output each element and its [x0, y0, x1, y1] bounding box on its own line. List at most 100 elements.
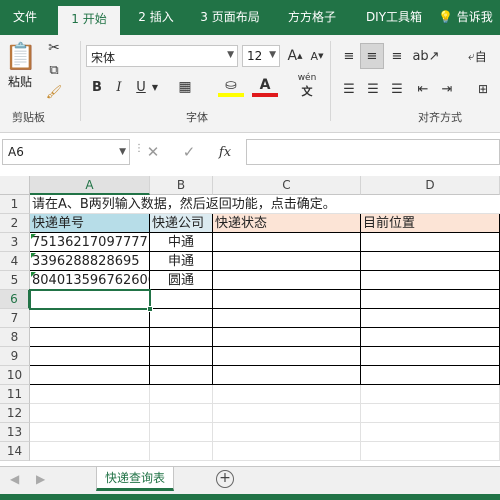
align-top-icon[interactable]: ≡	[338, 45, 360, 67]
grid-cell[interactable]	[361, 385, 500, 404]
tab-diy-toolbox[interactable]: DIY工具箱	[356, 0, 432, 35]
format-painter-icon[interactable]: 🖌	[44, 83, 64, 101]
grid-cell[interactable]	[213, 309, 361, 328]
row-header[interactable]: 4	[0, 252, 30, 271]
row-header[interactable]: 2	[0, 214, 30, 233]
font-color-button[interactable]: A	[252, 77, 278, 97]
grid-cell[interactable]	[361, 233, 500, 252]
grid-cell[interactable]	[150, 290, 213, 309]
row-header[interactable]: 5	[0, 271, 30, 290]
grid-cell[interactable]	[361, 442, 500, 461]
grid-cell[interactable]	[361, 347, 500, 366]
grid-cell[interactable]	[361, 271, 500, 290]
fill-color-button[interactable]: ⛀	[218, 77, 244, 97]
sheet-tab-active[interactable]: 快递查询表	[96, 467, 174, 491]
grid-cell[interactable]	[213, 385, 361, 404]
grid-cell[interactable]	[150, 347, 213, 366]
align-bottom-icon[interactable]: ≡	[386, 45, 408, 67]
select-all-corner[interactable]	[0, 176, 30, 195]
tell-me-box[interactable]: 💡 告诉我	[438, 0, 493, 35]
grid-cell[interactable]	[150, 385, 213, 404]
row-header[interactable]: 9	[0, 347, 30, 366]
cut-icon[interactable]: ✂	[44, 39, 64, 57]
decrease-indent-icon[interactable]: ⇤	[412, 79, 434, 99]
align-middle-icon[interactable]: ≡	[360, 43, 384, 69]
column-header-c[interactable]: C	[213, 176, 361, 195]
column-header-d[interactable]: D	[361, 176, 500, 195]
tab-page-layout[interactable]: 3 页面布局	[192, 0, 268, 35]
header-cell-tracking-no[interactable]: 快递单号	[30, 214, 150, 233]
row-header[interactable]: 3	[0, 233, 30, 252]
merge-center-icon[interactable]: ⊞	[468, 79, 498, 99]
courier-cell[interactable]: 中通	[150, 233, 213, 252]
grid-cell[interactable]	[361, 328, 500, 347]
grid-cell[interactable]	[30, 328, 150, 347]
tab-file[interactable]: 文件	[0, 0, 50, 35]
header-cell-status[interactable]: 快递状态	[213, 214, 361, 233]
row-header[interactable]: 10	[0, 366, 30, 385]
grid-cell[interactable]	[213, 366, 361, 385]
font-family-select[interactable]: 宋体 ▼	[86, 45, 238, 67]
courier-cell[interactable]: 申通	[150, 252, 213, 271]
borders-button[interactable]: ▦	[172, 77, 198, 97]
font-size-select[interactable]: 12 ▼	[242, 45, 280, 67]
grid-cell[interactable]	[30, 404, 150, 423]
insert-function-icon[interactable]: fx	[214, 141, 236, 163]
increase-indent-icon[interactable]: ⇥	[436, 79, 458, 99]
grid-cell[interactable]	[30, 309, 150, 328]
column-header-b[interactable]: B	[150, 176, 213, 195]
row-header[interactable]: 1	[0, 195, 30, 214]
tracking-no-cell[interactable]: 804013596762606	[30, 271, 150, 290]
grid-cell[interactable]	[213, 271, 361, 290]
row-header[interactable]: 8	[0, 328, 30, 347]
grid-cell[interactable]	[361, 309, 500, 328]
bold-button[interactable]: B	[88, 77, 106, 97]
selected-cell[interactable]	[29, 289, 151, 310]
grid-cell[interactable]	[213, 252, 361, 271]
row-header[interactable]: 11	[0, 385, 30, 404]
header-cell-courier[interactable]: 快递公司	[150, 214, 213, 233]
grid-cell[interactable]	[30, 366, 150, 385]
row-header[interactable]: 6	[0, 290, 30, 309]
enter-icon[interactable]: ✓	[178, 141, 200, 163]
increase-font-button[interactable]: A ▲	[284, 45, 306, 67]
grid-cell[interactable]	[213, 290, 361, 309]
grid-cell[interactable]	[150, 366, 213, 385]
grid-cell[interactable]	[150, 404, 213, 423]
plus-circle-icon[interactable]: +	[216, 470, 234, 488]
name-box[interactable]: A6 ▼	[2, 139, 130, 165]
align-center-icon[interactable]: ☰	[362, 79, 384, 99]
wrap-text-button[interactable]: ⤶ 自	[468, 45, 498, 67]
row-header[interactable]: 7	[0, 309, 30, 328]
tracking-no-cell[interactable]: 75136217097777	[30, 233, 150, 252]
tracking-no-cell[interactable]: 3396288828695	[30, 252, 150, 271]
paste-label[interactable]: 粘贴	[8, 73, 32, 90]
formula-input[interactable]	[246, 139, 500, 165]
grid-cell[interactable]	[213, 442, 361, 461]
grid-cell[interactable]	[213, 233, 361, 252]
grid-cell[interactable]	[361, 404, 500, 423]
grid-cell[interactable]	[361, 252, 500, 271]
instruction-text[interactable]: 请在A、B两列输入数据，然后返回功能，点击确定。	[30, 195, 500, 214]
italic-button[interactable]: I	[110, 77, 128, 97]
grid-cell[interactable]	[30, 423, 150, 442]
courier-cell[interactable]: 圆通	[150, 271, 213, 290]
fill-handle[interactable]	[147, 306, 153, 312]
grid-cell[interactable]	[361, 290, 500, 309]
copy-icon[interactable]: ⧉	[44, 61, 64, 79]
grid-cell[interactable]	[361, 423, 500, 442]
grid-cell[interactable]	[150, 309, 213, 328]
grid-cell[interactable]	[213, 404, 361, 423]
grid-cell[interactable]	[150, 442, 213, 461]
grid-cell[interactable]	[213, 328, 361, 347]
grid-cell[interactable]	[213, 423, 361, 442]
next-sheet-icon[interactable]: ▶	[36, 472, 45, 486]
tab-home[interactable]: 1 开始	[58, 6, 120, 35]
grid-cell[interactable]	[150, 328, 213, 347]
grid-cell[interactable]	[30, 347, 150, 366]
grid-cell[interactable]	[30, 385, 150, 404]
prev-sheet-icon[interactable]: ◀	[10, 472, 19, 486]
grid-cell[interactable]	[213, 347, 361, 366]
tab-fangfang[interactable]: 方方格子	[278, 0, 346, 35]
decrease-font-button[interactable]: A ▼	[306, 45, 328, 67]
